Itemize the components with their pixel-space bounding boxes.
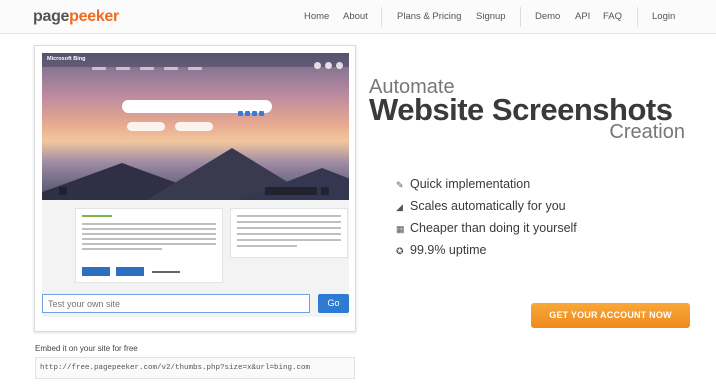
top-header: pagepeeker Home About Plans & Pricing Si… — [0, 0, 716, 34]
nav-signup[interactable]: Signup — [476, 11, 506, 22]
test-site-input[interactable] — [42, 294, 310, 313]
thumbnail-account-icons — [310, 56, 343, 74]
thumbnail-content-box — [75, 208, 223, 283]
thumbnail-caption — [265, 187, 317, 195]
thumbnail-pill — [175, 122, 213, 131]
embed-label: Embed it on your site for free — [35, 344, 138, 353]
nav-faq[interactable]: FAQ — [603, 11, 622, 22]
screenshot-preview-card: Microsoft Bing Test your own site Go — [34, 45, 356, 332]
feature-label: Cheaper than doing it yourself — [410, 221, 577, 235]
thumbnail-prev-arrow — [59, 187, 67, 195]
feature-item: ✪ 99.9% uptime — [396, 243, 486, 257]
nav-divider — [520, 7, 521, 27]
embed-code-field[interactable]: http://free.pagepeeker.com/v2/thumbs.php… — [35, 357, 355, 379]
thumbnail-topbar: Microsoft Bing — [42, 53, 349, 70]
thumbnail-search-icons — [236, 103, 266, 116]
nav-login[interactable]: Login — [652, 11, 675, 22]
nav-about[interactable]: About — [343, 11, 368, 22]
website-thumbnail: Microsoft Bing — [42, 53, 349, 317]
thumbnail-site-logo: Microsoft Bing — [47, 56, 86, 62]
pagepeeker-logo[interactable]: pagepeeker — [33, 8, 119, 26]
feature-item: ✎ Quick implementation — [396, 177, 530, 191]
mountain-shape — [232, 168, 349, 203]
nav-home[interactable]: Home — [304, 11, 329, 22]
get-account-button[interactable]: GET YOUR ACCOUNT NOW — [531, 303, 690, 328]
logo-part-2: peeker — [69, 8, 119, 25]
feature-label: 99.9% uptime — [410, 243, 487, 257]
thumbnail-button — [116, 267, 144, 276]
feature-item: ◢ Scales automatically for you — [396, 199, 566, 213]
thumbnail-next-arrow — [321, 187, 329, 195]
thumbnail-button — [82, 267, 110, 276]
go-button[interactable]: Go — [318, 294, 349, 313]
nav-plans-pricing[interactable]: Plans & Pricing — [397, 11, 461, 22]
nav-api[interactable]: API — [575, 11, 590, 22]
grid-icon: ▦ — [396, 224, 405, 234]
nav-divider — [637, 7, 638, 27]
thumbnail-search-box — [122, 100, 272, 116]
thumbnail-content-box — [230, 208, 348, 258]
headline-creation: Creation — [609, 121, 685, 143]
logo-part-1: page — [33, 8, 70, 25]
thumbnail-hero-image: Microsoft Bing — [42, 53, 349, 203]
nav-demo[interactable]: Demo — [535, 11, 560, 22]
thumbnail-pill — [127, 122, 165, 131]
nav-divider — [381, 7, 382, 27]
thumbnail-tabs — [92, 57, 212, 75]
feature-label: Quick implementation — [410, 177, 531, 191]
scale-icon: ◢ — [396, 202, 403, 212]
uptime-icon: ✪ — [396, 246, 404, 256]
feature-label: Scales automatically for you — [410, 199, 566, 213]
pencil-icon: ✎ — [396, 180, 404, 190]
feature-item: ▦ Cheaper than doing it yourself — [396, 221, 577, 235]
